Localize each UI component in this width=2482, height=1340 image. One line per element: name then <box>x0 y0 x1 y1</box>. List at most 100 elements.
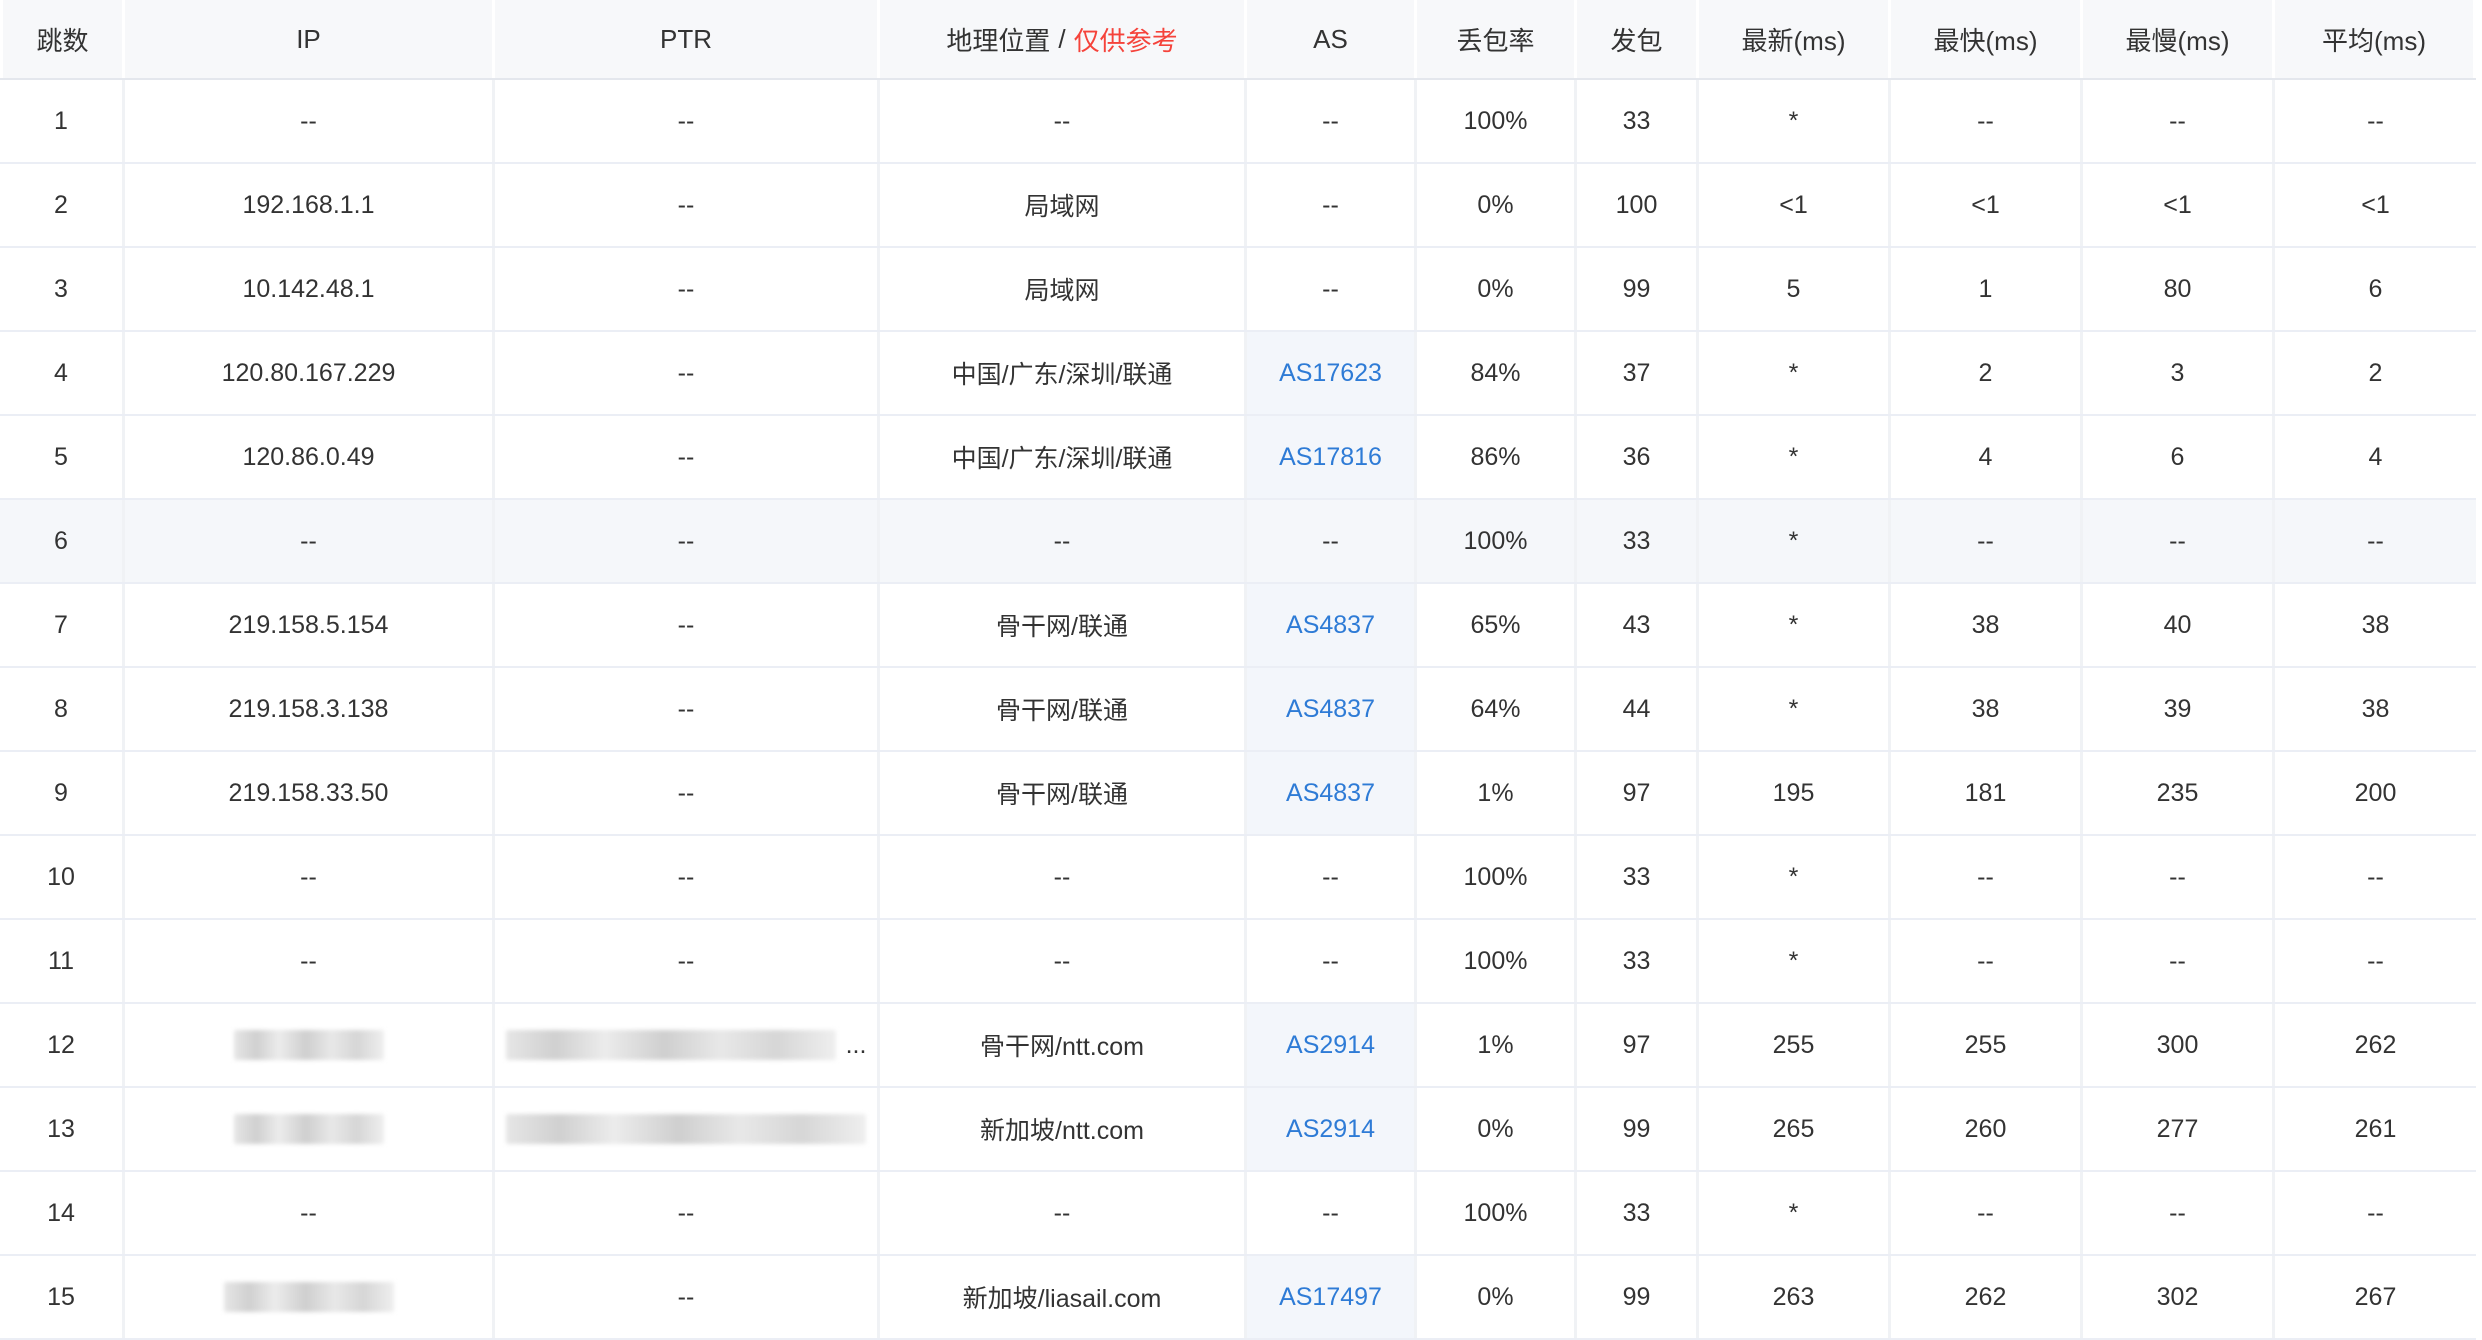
cell-avg: 267 <box>2354 1282 2397 1311</box>
cell-hop: 4 <box>0 332 125 414</box>
cell-ptr: -- <box>495 668 880 750</box>
cell-worst: 302 <box>2083 1256 2275 1338</box>
cell-as: -- <box>1247 836 1417 918</box>
cell-ptr: -- <box>495 500 880 582</box>
cell-sent: 97 <box>1577 1004 1699 1086</box>
table-header: 跳数 IP PTR 地理位置 / 仅供参考 AS 丢包率 发包 最新(ms) 最… <box>0 0 2476 80</box>
cell-worst: -- <box>2083 836 2275 918</box>
table-row[interactable]: 5 120.86.0.49 -- 中国/广东/深圳/联通 AS17816 86% 36 * 4 6… <box>0 416 2476 500</box>
cell-as: -- <box>1247 920 1417 1002</box>
redacted-ptr <box>506 1114 866 1144</box>
cell-sent: 100 <box>1577 164 1699 246</box>
cell-avg: 261 <box>2354 1114 2397 1143</box>
cell-sent: 33 <box>1577 80 1699 162</box>
cell-loss: 64% <box>1417 668 1577 750</box>
table-row[interactable]: 6 -- -- -- -- 100% 33 * -- -- -- <box>0 500 2476 584</box>
header-last[interactable]: 最新(ms) <box>1699 0 1891 78</box>
cell-best: 2 <box>1891 332 2083 414</box>
cell-loss: 100% <box>1417 920 1577 1002</box>
table-row[interactable]: 8 219.158.3.138 -- 骨干网/联通 AS4837 64% 44 * 38 39 38 <box>0 668 2476 752</box>
cell-hop: 9 <box>0 752 125 834</box>
table-row[interactable]: 14 -- -- -- -- 100% 33 * -- -- -- <box>0 1172 2476 1256</box>
cell-avg: <1 <box>2361 190 2390 219</box>
cell-ip: 120.80.167.229 <box>125 332 495 414</box>
cell-hop: 12 <box>0 1004 125 1086</box>
table-row[interactable]: 7 219.158.5.154 -- 骨干网/联通 AS4837 65% 43 * 38 40 38 <box>0 584 2476 668</box>
cell-last: * <box>1699 668 1891 750</box>
cell-worst: 80 <box>2083 248 2275 330</box>
cell-sent: 36 <box>1577 416 1699 498</box>
header-best[interactable]: 最快(ms) <box>1891 0 2083 78</box>
cell-ptr: -- <box>495 248 880 330</box>
cell-geo: 骨干网/联通 <box>880 752 1247 834</box>
table-row[interactable]: 13 新加坡/ntt.com AS2914 0% 99 265 260 277 261 <box>0 1088 2476 1172</box>
table-row[interactable]: 1 -- -- -- -- 100% 33 * -- -- -- <box>0 80 2476 164</box>
table-row[interactable]: 3 10.142.48.1 -- 局域网 -- 0% 99 5 1 80 6 <box>0 248 2476 332</box>
cell-last: * <box>1699 332 1891 414</box>
as-link[interactable]: AS17497 <box>1279 1283 1382 1312</box>
cell-ip: 219.158.33.50 <box>125 752 495 834</box>
header-loss[interactable]: 丢包率 <box>1417 0 1577 78</box>
header-hop[interactable]: 跳数 <box>0 0 125 78</box>
cell-geo: 骨干网/联通 <box>880 668 1247 750</box>
table-row[interactable]: 4 120.80.167.229 -- 中国/广东/深圳/联通 AS17623 84% 37… <box>0 332 2476 416</box>
as-link[interactable]: AS2914 <box>1286 1031 1375 1060</box>
cell-sent: 33 <box>1577 920 1699 1002</box>
cell-as: AS17497 <box>1247 1256 1417 1338</box>
cell-avg: 262 <box>2354 1030 2397 1059</box>
header-geo[interactable]: 地理位置 / 仅供参考 <box>880 0 1247 78</box>
table-row[interactable]: 9 219.158.33.50 -- 骨干网/联通 AS4837 1% 97 195 181 23… <box>0 752 2476 836</box>
cell-sent: 99 <box>1577 1088 1699 1170</box>
header-avg[interactable]: 平均(ms) <box>2275 0 2476 78</box>
table-row[interactable]: 10 -- -- -- -- 100% 33 * -- -- -- <box>0 836 2476 920</box>
cell-loss: 1% <box>1417 1004 1577 1086</box>
table-row[interactable]: 12... 骨干网/ntt.com AS2914 1% 97 255 255 300 262 <box>0 1004 2476 1088</box>
header-geo-note: 仅供参考 <box>1073 25 1178 56</box>
cell-worst: 300 <box>2083 1004 2275 1086</box>
as-link[interactable]: AS17816 <box>1279 443 1382 472</box>
cell-geo: -- <box>880 500 1247 582</box>
as-link[interactable]: AS2914 <box>1286 1115 1375 1144</box>
cell-worst: 277 <box>2083 1088 2275 1170</box>
cell-ip <box>125 1256 495 1338</box>
cell-best: -- <box>1891 500 2083 582</box>
cell-geo: 骨干网/联通 <box>880 584 1247 666</box>
as-link[interactable]: AS17623 <box>1279 359 1382 388</box>
table-row[interactable]: 11 -- -- -- -- 100% 33 * -- -- -- <box>0 920 2476 1004</box>
cell-ptr: -- <box>495 80 880 162</box>
cell-as: AS4837 <box>1247 584 1417 666</box>
as-link[interactable]: AS4837 <box>1286 695 1375 724</box>
cell-best: 255 <box>1891 1004 2083 1086</box>
header-worst[interactable]: 最慢(ms) <box>2083 0 2275 78</box>
header-sent[interactable]: 发包 <box>1577 0 1699 78</box>
table-row[interactable]: 2 192.168.1.1 -- 局域网 -- 0% 100 <1 <1 <1 <1 <box>0 164 2476 248</box>
cell-geo: -- <box>880 836 1247 918</box>
traceroute-table: 跳数 IP PTR 地理位置 / 仅供参考 AS 丢包率 发包 最新(ms) 最… <box>0 0 2476 1340</box>
as-link[interactable]: AS4837 <box>1286 779 1375 808</box>
cell-hop: 3 <box>0 248 125 330</box>
header-as[interactable]: AS <box>1247 0 1417 78</box>
table-row[interactable]: 15 -- 新加坡/liasail.com AS17497 0% 99 263 262 302 2… <box>0 1256 2476 1340</box>
cell-best: -- <box>1891 80 2083 162</box>
cell-as: -- <box>1247 248 1417 330</box>
cell-hop: 6 <box>0 500 125 582</box>
cell-geo: 骨干网/ntt.com <box>880 1004 1247 1086</box>
cell-ip: 192.168.1.1 <box>125 164 495 246</box>
cell-ip: -- <box>125 1172 495 1254</box>
cell-last: * <box>1699 416 1891 498</box>
redacted-ip <box>223 1282 394 1312</box>
cell-ptr: ... <box>495 1004 880 1086</box>
cell-as: -- <box>1247 164 1417 246</box>
cell-loss: 86% <box>1417 416 1577 498</box>
cell-best: 181 <box>1891 752 2083 834</box>
cell-geo: -- <box>880 80 1247 162</box>
cell-loss: 1% <box>1417 752 1577 834</box>
cell-ptr <box>495 1088 880 1170</box>
header-ptr[interactable]: PTR <box>495 0 880 78</box>
cell-as: -- <box>1247 500 1417 582</box>
cell-avg: 38 <box>2361 610 2390 639</box>
as-link[interactable]: AS4837 <box>1286 611 1375 640</box>
header-ip[interactable]: IP <box>125 0 495 78</box>
cell-ptr: -- <box>495 836 880 918</box>
cell-ptr: -- <box>495 584 880 666</box>
